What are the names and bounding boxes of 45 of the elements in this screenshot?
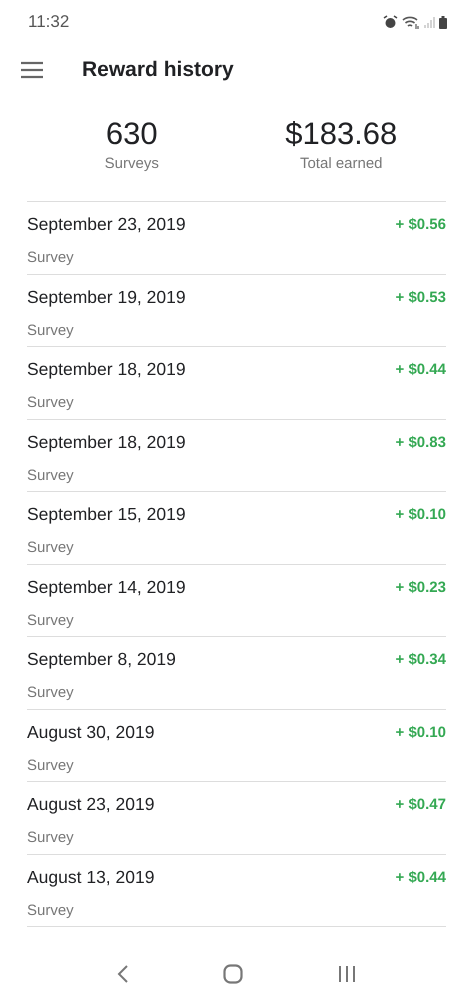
signal-icon	[424, 16, 435, 28]
home-icon	[223, 964, 244, 984]
reward-amount: + $0.10	[396, 722, 446, 742]
reward-type: Survey	[27, 902, 75, 921]
menu-button[interactable]	[20, 61, 44, 79]
reward-type: Survey	[27, 322, 75, 341]
reward-amount: + $0.44	[396, 360, 446, 380]
reward-date: August 23, 2019	[27, 794, 156, 816]
reward-type: Survey	[27, 684, 75, 704]
reward-amount: + $0.44	[396, 868, 446, 888]
reward-date: September 19, 2019	[27, 286, 187, 309]
reward-type: Survey	[27, 466, 75, 486]
reward-date: September 18, 2019	[27, 432, 187, 454]
menu-icon	[20, 61, 44, 79]
reward-type: Survey	[27, 249, 75, 268]
reward-amount: + $0.56	[396, 215, 446, 235]
reward-amount: + $0.34	[396, 650, 446, 670]
battery-icon	[439, 16, 447, 28]
status-time: 11:32	[28, 12, 70, 32]
reward-type: Survey	[27, 612, 75, 631]
reward-type: Survey	[27, 539, 75, 558]
reward-amount: + $0.10	[396, 505, 446, 525]
alarm-icon	[383, 15, 398, 29]
wifi-icon	[402, 16, 420, 28]
reward-amount: + $0.47	[396, 795, 446, 815]
reward-type: Survey	[27, 756, 75, 776]
reward-amount: + $0.53	[396, 288, 446, 308]
reward-type: Survey	[27, 394, 75, 414]
reward-type: Survey	[27, 829, 75, 848]
recent-apps-icon	[338, 965, 356, 983]
reward-date: September 23, 2019	[27, 214, 187, 236]
reward-amount: + $0.23	[396, 578, 446, 598]
reward-date: September 8, 2019	[27, 649, 177, 671]
reward-date: September 18, 2019	[27, 359, 187, 381]
reward-date: August 30, 2019	[27, 722, 156, 744]
page-title: Reward history	[82, 58, 234, 82]
reward-date: August 13, 2019	[27, 866, 156, 889]
back-icon	[117, 965, 130, 983]
summary-value: $183.68	[285, 115, 398, 153]
reward-date: September 15, 2019	[27, 504, 187, 526]
summary-label: Surveys	[104, 155, 159, 172]
reward-amount: + $0.83	[396, 432, 446, 452]
reward-date: September 14, 2019	[27, 576, 187, 599]
summary-value: 630	[106, 115, 158, 153]
summary-label: Total earned	[300, 155, 383, 172]
